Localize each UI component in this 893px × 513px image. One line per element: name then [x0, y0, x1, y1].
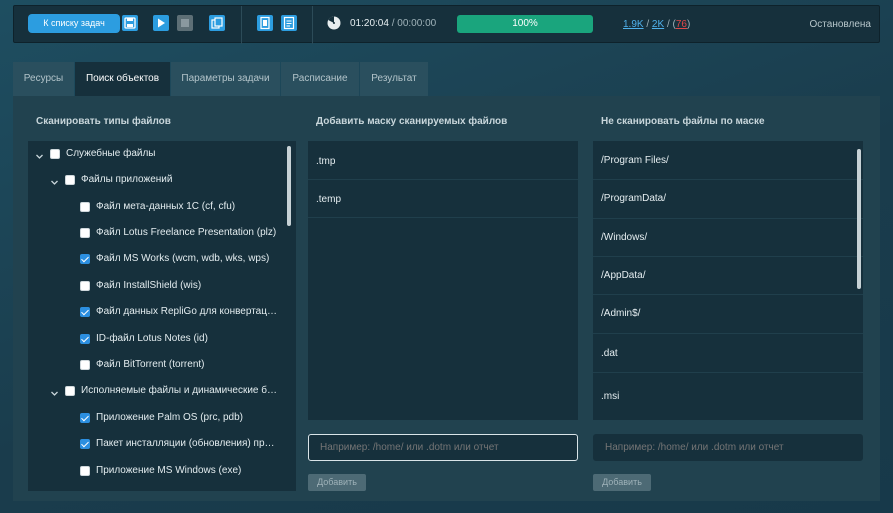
exclude-masks-title: Не сканировать файлы по маске [601, 116, 765, 127]
tree-item-checkbox[interactable] [80, 202, 90, 212]
exclude-mask-item[interactable]: /Admin$/ [601, 308, 640, 319]
tree-item[interactable]: Служебные файлы [28, 144, 283, 164]
count-separator: / [646, 19, 650, 30]
progress-bar: 100% [457, 15, 593, 33]
save-icon[interactable] [122, 15, 138, 31]
tree-item-label: Приложение Palm OS (prc, pdb) [96, 412, 244, 423]
tree-item-checkbox[interactable] [80, 281, 90, 291]
tree-item-checkbox[interactable] [80, 439, 90, 449]
file-types-tree: Служебные файлы Файлы приложений Файл мета… [28, 141, 296, 491]
back-to-tasks-button[interactable]: К списку задач [28, 14, 120, 33]
tab-resources[interactable]: Ресурсы [13, 62, 74, 97]
file-types-title: Сканировать типы файлов [36, 116, 171, 127]
tree-item[interactable]: Файл Lotus Freelance Presentation (plz) [28, 223, 283, 243]
tree-item-checkbox[interactable] [80, 307, 90, 317]
exclude-mask-item[interactable]: .dat [601, 348, 618, 359]
copy-icon[interactable] [209, 15, 225, 31]
tree-item[interactable]: Файл MS Works (wcm, wdb, wks, wps) [28, 249, 283, 269]
tree-item[interactable]: Приложение MS Windows (exe) [28, 461, 283, 481]
tree-item-label: Файл BitTorrent (torrent) [96, 359, 205, 370]
include-mask-item[interactable]: .tmp [316, 156, 335, 167]
exclude-mask-input[interactable] [593, 434, 863, 461]
exclude-masks-list: /Program Files/ /ProgramData/ /Windows/ … [593, 141, 863, 420]
tree-item-label: Файл InstallShield (wis) [96, 280, 202, 291]
chevron-down-icon[interactable] [35, 149, 44, 159]
tree-item-checkbox[interactable] [80, 334, 90, 344]
elapsed-value: 01:20:04 [350, 18, 389, 29]
exclude-mask-item[interactable]: /ProgramData/ [601, 193, 666, 204]
tree-item[interactable]: Приложение Palm OS (prc, pdb) [28, 408, 283, 428]
tree-item[interactable]: Файл данных RepliGo для конвертаци... [28, 302, 283, 322]
tree-item-checkbox[interactable] [65, 386, 75, 396]
tree-item-label: Файл MS Works (wcm, wdb, wks, wps) [96, 253, 270, 264]
tree-item-checkbox[interactable] [80, 360, 90, 370]
tree-item-checkbox[interactable] [80, 466, 90, 476]
tree-item-checkbox[interactable] [80, 254, 90, 264]
tree-item[interactable]: Файл BitTorrent (torrent) [28, 355, 283, 375]
tree-item-label: Файлы приложений [81, 174, 173, 185]
tree-item-label: ID-файл Lotus Notes (id) [96, 333, 208, 344]
tree-scrollbar[interactable] [287, 146, 291, 226]
tree-item-label: Пакет инсталляции (обновления) при... [96, 438, 278, 449]
object-search-panel: Сканировать типы файлов Служебные файлы Ф… [13, 96, 880, 501]
include-mask-item[interactable]: .temp [316, 194, 341, 205]
tree-item-label: Исполняемые файлы и динамические би... [81, 385, 278, 396]
tree-item-label: Файл данных RepliGo для конвертаци... [96, 306, 278, 317]
exclude-scrollbar[interactable] [857, 149, 861, 289]
progress-label: 100% [512, 18, 538, 29]
tree-item-label: Служебные файлы [66, 148, 156, 159]
include-mask-input[interactable] [308, 434, 578, 461]
total-time: 00:00:00 [397, 18, 437, 29]
tree-item[interactable] [28, 487, 283, 491]
count-scanned[interactable]: 1.9K [623, 19, 644, 30]
tree-item-label: Приложение MS Windows (exe) [96, 465, 242, 476]
include-add-button[interactable]: Добавить [308, 474, 366, 491]
tab-schedule[interactable]: Расписание [281, 62, 359, 97]
tree-item-checkbox[interactable] [65, 175, 75, 185]
count-errors[interactable]: 76 [676, 19, 687, 30]
exclude-mask-item[interactable]: /Program Files/ [601, 155, 669, 166]
report-icon[interactable] [281, 15, 297, 31]
tree-item[interactable]: Исполняемые файлы и динамические би... [28, 381, 283, 401]
clone-icon[interactable] [257, 15, 273, 31]
play-icon[interactable] [153, 15, 169, 31]
exclude-mask-item[interactable]: /AppData/ [601, 270, 645, 281]
tree-item[interactable]: Файл InstallShield (wis) [28, 276, 283, 296]
exclude-add-button[interactable]: Добавить [593, 474, 651, 491]
time-separator: / [391, 18, 395, 29]
tab-object-search[interactable]: Поиск объектов [75, 62, 170, 97]
tree-item-checkbox[interactable] [50, 149, 60, 159]
tree-item[interactable]: Пакет инсталляции (обновления) при... [28, 434, 283, 454]
count-errors-wrap: (76) [672, 19, 691, 30]
elapsed-time: 01:20:04 / 00:00:00 [350, 18, 436, 29]
tree-item-label: Файл Lotus Freelance Presentation (plz) [96, 227, 277, 238]
tree-item-checkbox[interactable] [80, 228, 90, 238]
chevron-down-icon[interactable] [50, 175, 59, 185]
count-found[interactable]: 2K [652, 19, 664, 30]
include-masks-title: Добавить маску сканируемых файлов [316, 116, 508, 127]
tab-task-parameters[interactable]: Параметры задачи [171, 62, 280, 97]
tree-item[interactable]: ID-файл Lotus Notes (id) [28, 329, 283, 349]
count-separator: / [666, 19, 670, 30]
tree-item-checkbox[interactable] [80, 413, 90, 423]
clock-icon [327, 16, 341, 30]
include-masks-list: .tmp .temp [308, 141, 578, 420]
tab-result[interactable]: Результат [360, 62, 428, 97]
chevron-down-icon[interactable] [50, 386, 59, 396]
tree-item[interactable]: Файлы приложений [28, 170, 283, 190]
tree-item-label: Файл мета-данных 1С (cf, cfu) [96, 201, 236, 212]
object-counts: 1.9K / 2K / (76) [623, 19, 690, 30]
tree-item[interactable]: Файл мета-данных 1С (cf, cfu) [28, 197, 283, 217]
task-toolbar: К списку задач 01:20:04 / 00:00:00 100% … [13, 5, 880, 44]
task-status: Остановлена [809, 19, 871, 30]
exclude-mask-item[interactable]: .msi [601, 391, 619, 402]
exclude-mask-item[interactable]: /Windows/ [601, 232, 647, 243]
stop-icon[interactable] [177, 15, 193, 31]
